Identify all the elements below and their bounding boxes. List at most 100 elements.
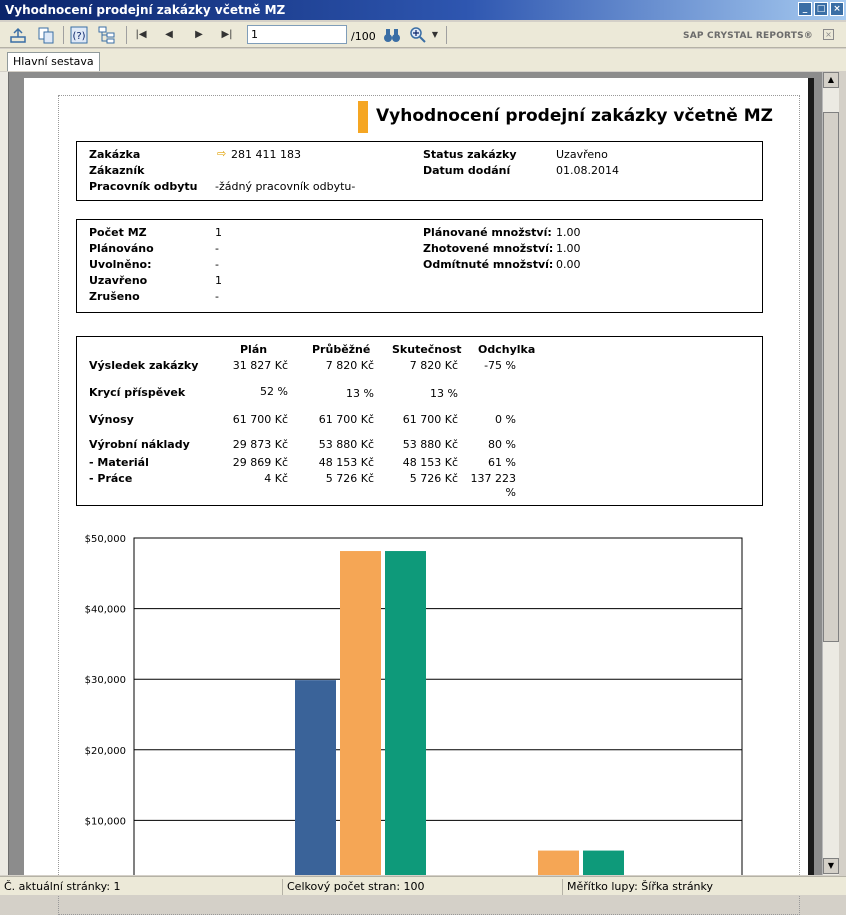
- close-button[interactable]: ×: [830, 2, 844, 16]
- col-header-skutecnost: Skutečnost: [392, 343, 462, 356]
- plot-area: [133, 537, 743, 875]
- cell-prubezne: 61 700 Kč: [318, 413, 374, 426]
- zakazka-label: Zakázka: [89, 148, 141, 161]
- pracovnik-label: Pracovník odbytu: [89, 180, 198, 193]
- status-label: Status zakázky: [423, 148, 517, 161]
- report-toolbar: (?) |◀ ◀ ▶ ▶| /100 ▼ SAP CRYSTAL REPORTS…: [0, 22, 846, 48]
- last-page-icon[interactable]: ▶|: [220, 27, 234, 43]
- y-tick-label: $30,000: [85, 675, 126, 686]
- row-label-material: - Materiál: [89, 456, 149, 469]
- y-tick-label: $40,000: [85, 605, 126, 616]
- export-icon[interactable]: [9, 26, 27, 44]
- find-binoculars-icon[interactable]: [383, 26, 401, 44]
- cell-plan: 4 Kč: [264, 472, 288, 485]
- col-header-plan: Plán: [240, 343, 268, 356]
- bar: [538, 850, 579, 875]
- next-page-icon[interactable]: ▶: [192, 27, 206, 43]
- zakazka-value[interactable]: 281 411 183: [231, 148, 301, 161]
- cell-plan: 61 700 Kč: [232, 413, 288, 426]
- bar-chart: $50,000 $40,000 $30,000 $20,000 $10,000: [85, 534, 743, 875]
- cell-prubezne: 5 726 Kč: [325, 472, 374, 485]
- prev-page-icon[interactable]: ◀: [162, 27, 176, 43]
- datum-label: Datum dodání: [423, 164, 511, 177]
- row-label-naklady: Výrobní náklady: [89, 438, 190, 451]
- copy-icon[interactable]: [37, 26, 55, 44]
- zhot-mnozstvi-value: 1.00: [556, 242, 581, 255]
- cell-plan: 31 827 Kč: [232, 359, 288, 372]
- status-current-page: Č. aktuální stránky: 1: [0, 879, 283, 895]
- cell-plan: 29 869 Kč: [232, 456, 288, 469]
- arrow-right-icon[interactable]: ⇨: [217, 147, 226, 160]
- cell-skutecnost: 13 %: [430, 387, 458, 400]
- status-value: Uzavřeno: [556, 148, 608, 161]
- window-title: Vyhodnocení prodejní zakázky včetně MZ: [5, 3, 286, 17]
- y-tick-label: $10,000: [85, 816, 126, 827]
- help-icon[interactable]: (?): [70, 26, 88, 44]
- svg-text:(?): (?): [72, 31, 85, 42]
- zruseno-label: Zrušeno: [89, 290, 140, 303]
- cell-prubezne: 53 880 Kč: [318, 438, 374, 451]
- bar: [340, 551, 381, 875]
- cell-plan: 52 %: [260, 385, 288, 398]
- planovano-label: Plánováno: [89, 242, 154, 255]
- page-total: /100: [351, 30, 376, 43]
- minimize-button[interactable]: _: [798, 2, 812, 16]
- uvolneno-label: Uvolněno:: [89, 258, 152, 271]
- tab-main-report[interactable]: Hlavní sestava: [7, 52, 100, 71]
- cell-prubezne: 48 153 Kč: [318, 456, 374, 469]
- mz-info-box: [76, 219, 763, 313]
- group-tree-icon[interactable]: [98, 26, 116, 44]
- row-label-prace: - Práce: [89, 472, 133, 485]
- cell-odchylka-wrap: %: [505, 486, 516, 499]
- cell-odchylka: 137 223: [470, 472, 517, 485]
- row-label-kryci: Krycí příspěvek: [89, 386, 186, 399]
- scroll-up-icon[interactable]: ▲: [823, 72, 839, 88]
- brand-label: SAP CRYSTAL REPORTS®: [683, 31, 813, 41]
- report-title: Vyhodnocení prodejní zakázky včetně MZ: [376, 106, 773, 126]
- vertical-scrollbar[interactable]: ▲ ▼: [822, 72, 839, 875]
- zoom-icon[interactable]: [409, 26, 427, 44]
- pracovnik-value: -žádný pracovník odbytu-: [215, 180, 356, 193]
- col-header-prubezne: Průběžné: [312, 343, 371, 356]
- window-title-bar: Vyhodnocení prodejní zakázky včetně MZ _…: [0, 0, 846, 20]
- cell-plan: 29 873 Kč: [232, 438, 288, 451]
- zruseno-value: -: [215, 290, 219, 303]
- datum-value: 01.08.2014: [556, 164, 619, 177]
- uzavreno-label: Uzavřeno: [89, 274, 148, 287]
- page-number-input[interactable]: [247, 25, 347, 44]
- col-header-odchylka: Odchylka: [478, 343, 536, 356]
- pocet-label: Počet MZ: [89, 226, 147, 239]
- scroll-down-icon[interactable]: ▼: [823, 858, 839, 874]
- tab-strip: Hlavní sestava: [0, 49, 846, 71]
- zakaznik-label: Zákazník: [89, 164, 145, 177]
- scroll-thumb[interactable]: [823, 112, 839, 642]
- first-page-icon[interactable]: |◀: [134, 27, 148, 43]
- status-bar: Č. aktuální stránky: 1 Celkový počet str…: [0, 876, 846, 895]
- row-label-vysledek: Výsledek zakázky: [89, 359, 199, 372]
- odm-mnozstvi-label: Odmítnuté množství:: [423, 258, 554, 271]
- bar: [385, 551, 426, 875]
- planovano-value: -: [215, 242, 219, 255]
- cell-prubezne: 13 %: [346, 387, 374, 400]
- odm-mnozstvi-value: 0.00: [556, 258, 581, 271]
- y-tick-label: $50,000: [85, 534, 126, 545]
- maximize-button[interactable]: □: [814, 2, 828, 16]
- zhot-mnozstvi-label: Zhotovené množství:: [423, 242, 554, 255]
- cell-odchylka: -75 %: [484, 359, 516, 372]
- cell-odchylka: 80 %: [488, 438, 516, 451]
- cell-prubezne: 7 820 Kč: [325, 359, 374, 372]
- y-tick-label: $20,000: [85, 746, 126, 757]
- uzavreno-value: 1: [215, 274, 222, 287]
- uvolneno-value: -: [215, 258, 219, 271]
- cell-odchylka: 61 %: [488, 456, 516, 469]
- row-label-vynosy: Výnosy: [89, 413, 134, 426]
- zoom-dropdown-icon[interactable]: ▼: [428, 27, 442, 43]
- bar: [295, 680, 336, 875]
- plan-mnozstvi-label: Plánované množství:: [423, 226, 552, 239]
- status-total-pages: Celkový počet stran: 100: [283, 879, 563, 895]
- cell-odchylka: 0 %: [495, 413, 516, 426]
- plan-mnozstvi-value: 1.00: [556, 226, 581, 239]
- status-zoom: Měřítko lupy: Šířka stránky: [567, 880, 714, 893]
- close-report-icon[interactable]: ×: [823, 29, 834, 40]
- bar: [583, 850, 624, 875]
